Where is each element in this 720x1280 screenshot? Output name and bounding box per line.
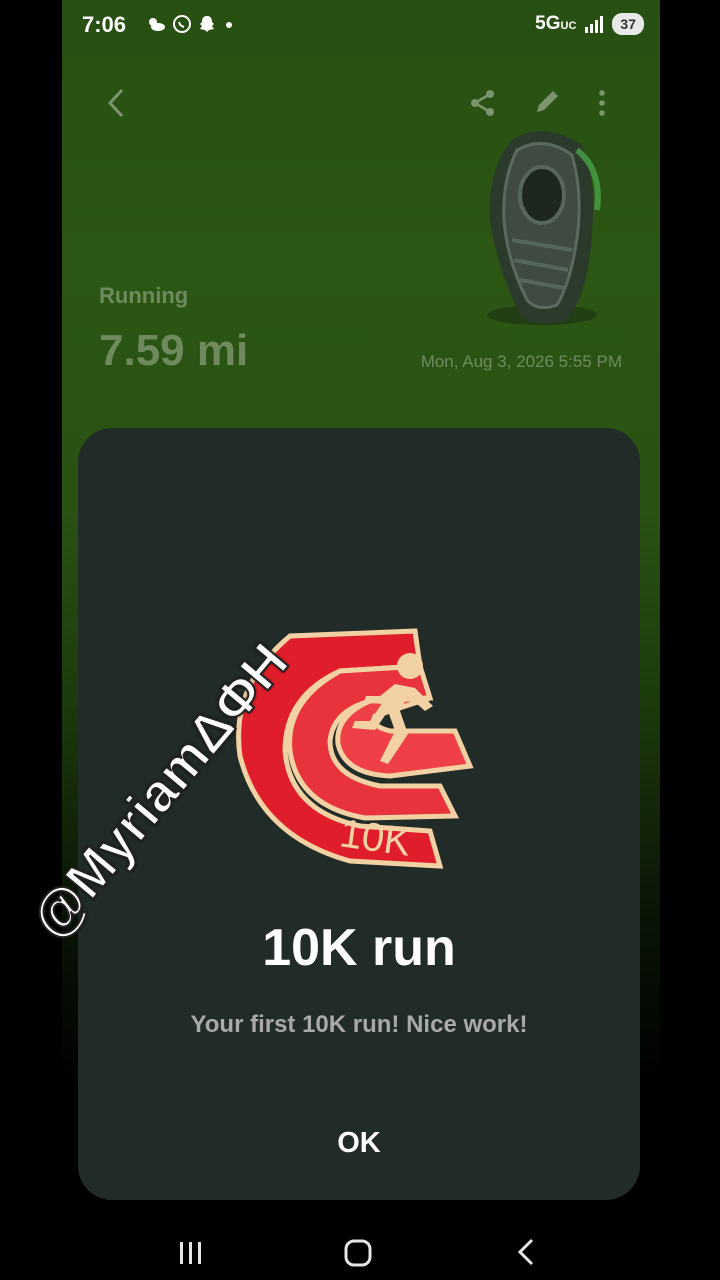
activity-type: Running [99,283,189,308]
edit-icon[interactable] [532,86,562,118]
phone-screen: 7:06 5GUC 37 Running 7.59 mi Mon, Aug 3,… [62,0,660,1280]
recent-apps-icon[interactable] [166,1234,216,1270]
snapchat-icon [200,16,214,32]
network-label: 5G [535,13,561,34]
ok-button[interactable]: OK [309,1118,409,1168]
status-bar: 7:06 5GUC 37 [62,0,660,50]
right-black-border [660,0,720,1280]
running-shoe-image [487,131,601,325]
weather-icon [149,18,165,31]
dot-icon [226,22,232,28]
more-icon[interactable] [594,88,610,118]
battery-indicator: 37 [612,13,644,35]
navigation-bar [62,1220,660,1280]
activity-datetime: Mon, Aug 3, 2026 5:55 PM [420,352,622,371]
back-icon[interactable] [104,86,130,120]
notification-icons [146,14,236,34]
distance-value: 7.59 mi [99,326,249,375]
status-time: 7:06 [82,12,127,37]
share-icon[interactable] [468,88,498,118]
signal-icon [585,16,604,33]
left-black-border [0,0,62,1280]
network-type: 5GUC [535,13,576,35]
dialog-title: 10K run [262,919,456,977]
home-icon[interactable] [334,1234,384,1270]
nav-back-icon[interactable] [502,1234,552,1270]
whatsapp-icon [173,15,191,33]
status-right-group: 5GUC 37 [535,13,644,35]
network-sub-label: UC [560,20,577,32]
dialog-message: Your first 10K run! Nice work! [190,1011,528,1038]
